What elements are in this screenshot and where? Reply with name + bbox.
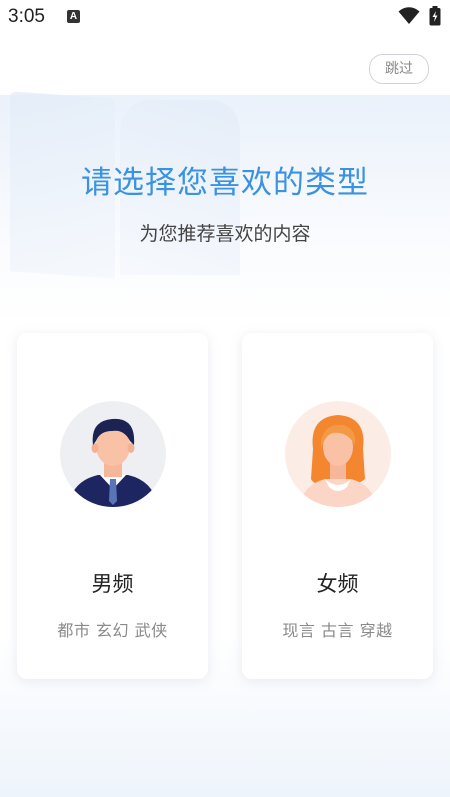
background-book-illustration: [0, 91, 450, 325]
female-avatar-icon: [285, 401, 391, 507]
page-title: 请选择您喜欢的类型: [81, 165, 369, 201]
male-category-card[interactable]: 男频 都市 玄幻 武侠: [17, 333, 208, 679]
male-card-tags: 都市 玄幻 武侠: [57, 621, 168, 640]
battery-charging-icon: [429, 6, 441, 26]
female-card-title: 女频: [316, 572, 359, 596]
male-card-title: 男频: [91, 572, 134, 596]
female-card-tags: 现言 古言 穿越: [282, 621, 393, 640]
status-bar: 3:05 A: [0, 0, 450, 34]
status-time: 3:05: [8, 6, 45, 27]
male-avatar-icon: [60, 401, 166, 507]
wifi-icon: [398, 7, 420, 24]
a-icon: A: [67, 10, 80, 23]
female-category-card[interactable]: 女频 现言 古言 穿越: [242, 333, 433, 679]
page-subtitle: 为您推荐喜欢的内容: [139, 223, 311, 245]
skip-button[interactable]: 跳过: [369, 54, 429, 84]
